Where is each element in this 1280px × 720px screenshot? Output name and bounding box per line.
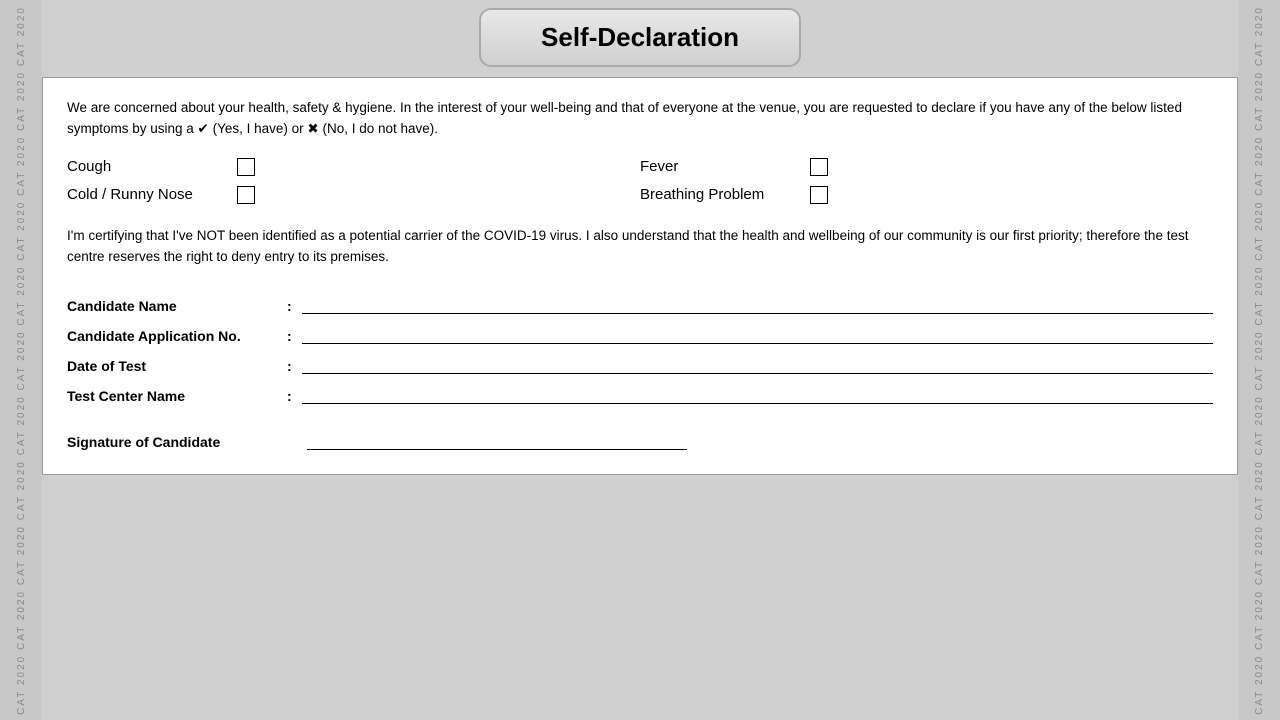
application-no-colon: :	[287, 328, 292, 344]
application-no-line	[302, 326, 1213, 344]
symptom-breathing-checkbox[interactable]	[810, 186, 828, 204]
date-of-test-colon: :	[287, 358, 292, 374]
field-row-application-no: Candidate Application No. :	[67, 326, 1213, 344]
symptoms-row-1: Cough Fever	[67, 158, 1213, 176]
symptom-breathing-label: Breathing Problem	[640, 186, 800, 203]
watermark-right: CAT 2020 CAT 2020 CAT 2020 CAT 2020 CAT …	[1238, 0, 1280, 720]
symptom-cough-checkbox[interactable]	[237, 158, 255, 176]
symptoms-row-2: Cold / Runny Nose Breathing Problem	[67, 186, 1213, 204]
test-center-label: Test Center Name	[67, 388, 287, 404]
certification-text: I'm certifying that I've NOT been identi…	[67, 226, 1213, 268]
symptom-breathing: Breathing Problem	[640, 186, 1213, 204]
application-no-label: Candidate Application No.	[67, 328, 287, 344]
form-container: We are concerned about your health, safe…	[42, 77, 1238, 475]
candidate-name-label: Candidate Name	[67, 298, 287, 314]
page-title: Self-Declaration	[541, 22, 739, 52]
test-center-line	[302, 386, 1213, 404]
symptom-cough: Cough	[67, 158, 640, 176]
candidate-name-line	[302, 296, 1213, 314]
date-of-test-label: Date of Test	[67, 358, 287, 374]
symptom-fever: Fever	[640, 158, 1213, 176]
date-of-test-line	[302, 356, 1213, 374]
symptom-fever-label: Fever	[640, 158, 800, 175]
symptom-cold: Cold / Runny Nose	[67, 186, 640, 204]
signature-label: Signature of Candidate	[67, 434, 287, 450]
test-center-colon: :	[287, 388, 292, 404]
symptoms-section: Cough Fever Cold / Runny Nose Breathing …	[67, 158, 1213, 204]
fields-section: Candidate Name : Candidate Application N…	[67, 296, 1213, 404]
intro-text: We are concerned about your health, safe…	[67, 98, 1213, 140]
symptom-fever-checkbox[interactable]	[810, 158, 828, 176]
watermark-left: CAT 2020 CAT 2020 CAT 2020 CAT 2020 CAT …	[0, 0, 42, 720]
symptom-cough-label: Cough	[67, 158, 227, 175]
signature-line	[307, 432, 687, 450]
candidate-name-colon: :	[287, 298, 292, 314]
field-row-date-of-test: Date of Test :	[67, 356, 1213, 374]
title-box: Self-Declaration	[479, 8, 801, 67]
symptom-cold-checkbox[interactable]	[237, 186, 255, 204]
field-row-candidate-name: Candidate Name :	[67, 296, 1213, 314]
symptom-cold-label: Cold / Runny Nose	[67, 186, 227, 203]
signature-section: Signature of Candidate	[67, 432, 1213, 450]
field-row-test-center: Test Center Name :	[67, 386, 1213, 404]
